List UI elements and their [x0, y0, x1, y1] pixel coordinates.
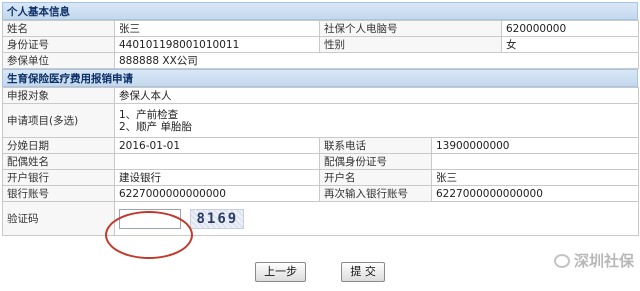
captcha-cell: 8169 [114, 201, 639, 236]
application-form: 个人基本信息 姓名 张三 社保个人电脑号 620000000 身份证号 4401… [2, 2, 639, 236]
section-claim-header: 生育保险医疗费用报销申请 [2, 69, 638, 87]
account-no-confirm-label: 再次输入银行账号 [319, 185, 432, 202]
spouse-id-label: 配偶身份证号 [319, 153, 432, 170]
captcha-image[interactable]: 8169 [190, 208, 245, 229]
personal-info-table: 姓名 张三 社保个人电脑号 620000000 身份证号 44010119800… [2, 20, 639, 69]
id-label: 身份证号 [2, 36, 115, 53]
account-no-value: 6227000000000000 [114, 185, 320, 202]
employer-value: 888888 XX公司 [114, 52, 639, 69]
gender-label: 性别 [319, 36, 502, 53]
account-name-label: 开户名 [319, 169, 432, 186]
section-personal-info-header: 个人基本信息 [2, 2, 638, 20]
submit-button[interactable]: 提 交 [341, 262, 385, 282]
delivery-date-value: 2016-01-01 [114, 137, 320, 154]
account-no-confirm-value: 6227000000000000 [431, 185, 639, 202]
spouse-id-value [431, 153, 639, 170]
item-prenatal-check: 1、产前检查 [119, 108, 179, 121]
id-value: 440101198001010011 [114, 36, 320, 53]
gender-value: 女 [501, 36, 639, 53]
spouse-name-value [114, 153, 320, 170]
watermark: 深圳社保 [553, 250, 634, 271]
name-value: 张三 [114, 20, 320, 37]
phone-label: 社保个人电脑号 [319, 20, 502, 37]
captcha-label: 验证码 [2, 201, 115, 236]
items-list: 1、产前检查 2、顺产 单胎胎 [114, 103, 639, 138]
items-label: 申请项目(多选) [2, 103, 115, 138]
account-no-label: 银行账号 [2, 185, 115, 202]
wechat-icon [553, 254, 570, 268]
name-label: 姓名 [2, 20, 115, 37]
contact-value: 13900000000 [431, 137, 639, 154]
applicant-label: 申报对象 [2, 87, 115, 104]
button-bar: 上一步 提 交 [0, 262, 640, 282]
bank-value: 建设银行 [114, 169, 320, 186]
applicant-value: 参保人本人 [114, 87, 639, 104]
prev-step-button[interactable]: 上一步 [255, 262, 307, 282]
bank-label: 开户银行 [2, 169, 115, 186]
highlight-circle [105, 211, 193, 259]
employer-label: 参保单位 [2, 52, 115, 69]
account-name-value: 张三 [431, 169, 639, 186]
claim-table: 申报对象 参保人本人 申请项目(多选) 1、产前检查 2、顺产 单胎胎 分娩日期… [2, 87, 639, 236]
spouse-name-label: 配偶姓名 [2, 153, 115, 170]
item-natural-delivery: 2、顺产 单胎胎 [119, 120, 193, 133]
phone-value: 620000000 [501, 20, 639, 37]
watermark-text: 深圳社保 [573, 252, 634, 270]
delivery-date-label: 分娩日期 [2, 137, 115, 154]
contact-label: 联系电话 [319, 137, 432, 154]
